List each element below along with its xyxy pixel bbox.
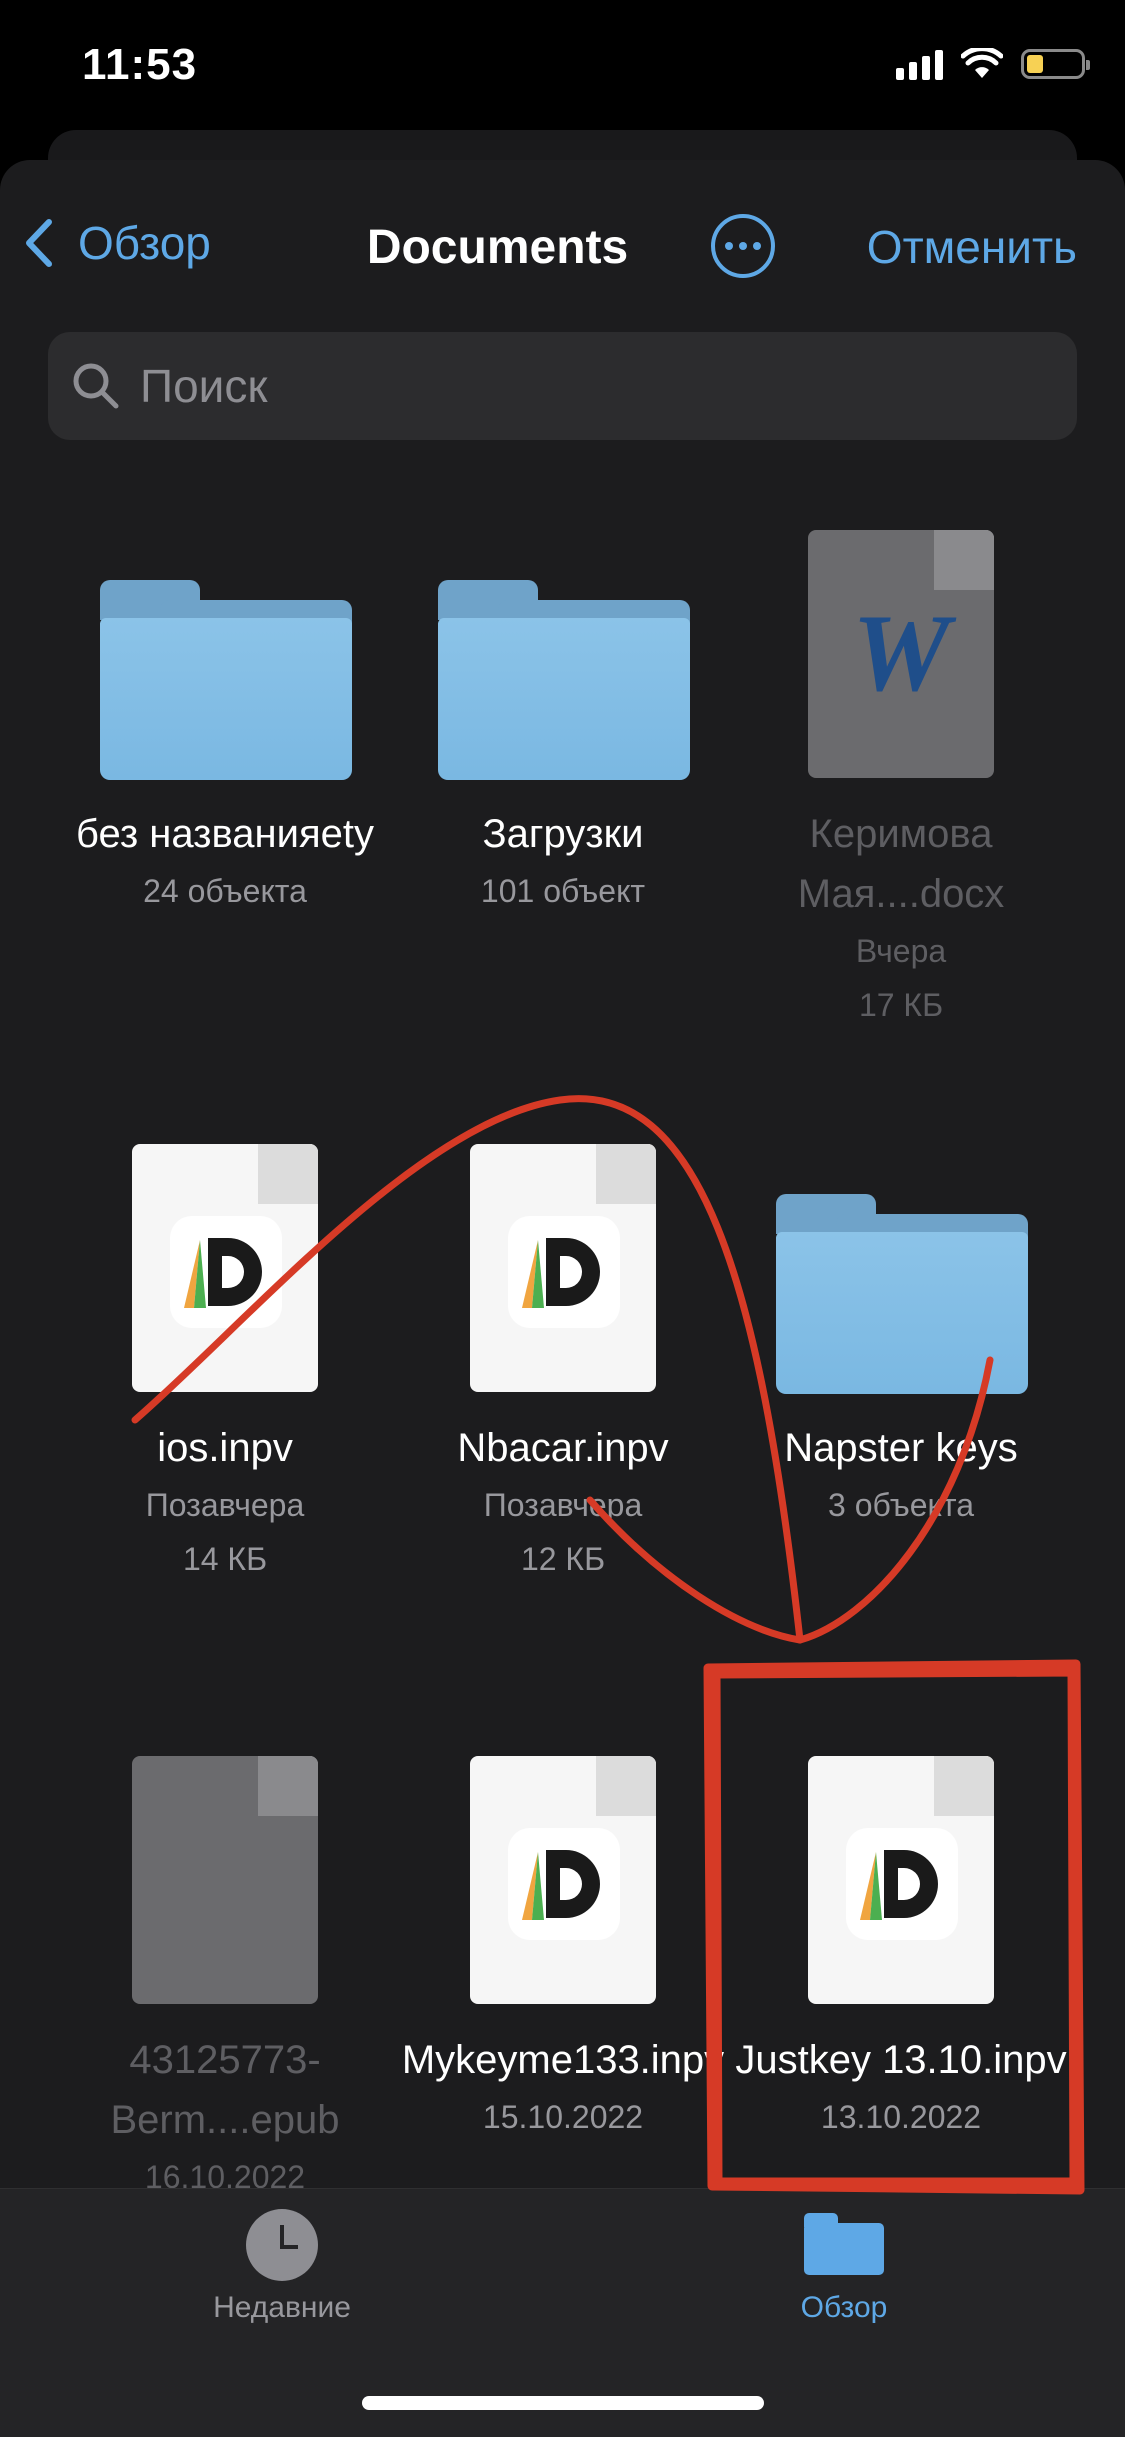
item-count: 101 объект xyxy=(480,873,646,909)
search-icon xyxy=(73,363,119,409)
inpv-doc-icon xyxy=(808,1756,994,2004)
status-icons xyxy=(896,48,1090,80)
file-item-folder[interactable]: без названияety 24 объекта xyxy=(56,530,394,918)
item-size: 14 КБ xyxy=(182,1541,268,1577)
item-name: 43125773-Berm....epub xyxy=(110,2038,340,2142)
item-name: ios.inpv xyxy=(157,1426,293,1470)
item-count: 3 объекта xyxy=(828,1487,974,1523)
battery-icon xyxy=(1021,49,1090,79)
item-name: Nbacar.inpv xyxy=(457,1426,669,1470)
item-name: Mykeyme133.inpv xyxy=(401,2038,725,2082)
tab-recent[interactable]: Недавние xyxy=(172,2209,392,2325)
item-date: Позавчера xyxy=(483,1487,643,1523)
file-item-inpv[interactable]: Justkey 13.10.inpv 13.10.2022 xyxy=(732,1756,1070,2144)
file-item-inpv[interactable]: Nbacar.inpv Позавчера 12 КБ xyxy=(394,1144,732,1586)
tab-browse[interactable]: Обзор xyxy=(734,2209,954,2325)
more-icon[interactable] xyxy=(711,214,775,278)
item-date: 15.10.2022 xyxy=(482,2099,644,2135)
folder-icon xyxy=(438,580,690,780)
cellular-signal-icon xyxy=(896,48,943,80)
file-item-inpv[interactable]: ios.inpv Позавчера 14 КБ xyxy=(56,1144,394,1586)
item-name: без названияety xyxy=(75,812,374,856)
status-time: 11:53 xyxy=(82,40,198,89)
inpv-doc-icon xyxy=(132,1144,318,1392)
item-name: Justkey 13.10.inpv xyxy=(735,2038,1067,2082)
item-size: 12 КБ xyxy=(520,1541,606,1577)
folder-icon xyxy=(100,580,352,780)
item-name: Загрузки xyxy=(482,812,644,856)
search-input[interactable] xyxy=(138,358,992,414)
file-picker-sheet: Обзор Documents Отменить без названияety… xyxy=(0,160,1125,2436)
item-date: Позавчера xyxy=(145,1487,305,1523)
word-doc-icon: W xyxy=(808,530,994,778)
file-item-epub[interactable]: 43125773-Berm....epub 16.10.2022 xyxy=(56,1756,394,2204)
item-name: Napster keys xyxy=(784,1426,1018,1470)
file-item-inpv[interactable]: Mykeyme133.inpv 15.10.2022 xyxy=(394,1756,732,2144)
epub-doc-icon xyxy=(132,1756,318,2004)
item-date: Вчера xyxy=(855,933,947,969)
file-item-folder[interactable]: Загрузки 101 объект xyxy=(394,530,732,918)
item-name: Керимова Мая....docx xyxy=(797,812,1005,916)
tab-browse-label: Обзор xyxy=(800,2291,888,2324)
home-indicator xyxy=(362,2396,764,2410)
item-count: 24 объекта xyxy=(143,873,307,909)
item-size: 17 КБ xyxy=(858,987,944,1023)
status-bar: 11:53 xyxy=(0,0,1125,140)
inpv-doc-icon xyxy=(470,1756,656,2004)
search-bar[interactable] xyxy=(48,332,1077,440)
file-item-word-doc[interactable]: W Керимова Мая....docx Вчера 17 КБ xyxy=(732,530,1070,1032)
tab-recent-label: Недавние xyxy=(213,2291,351,2324)
navigation-bar: Обзор Documents Отменить xyxy=(0,200,1125,290)
clock-icon xyxy=(246,2209,318,2281)
browse-folder-icon xyxy=(804,2213,884,2275)
folder-icon xyxy=(776,1194,1028,1394)
cancel-button[interactable]: Отменить xyxy=(867,220,1077,274)
inpv-doc-icon xyxy=(470,1144,656,1392)
wifi-icon xyxy=(961,48,1003,78)
file-item-folder[interactable]: Napster keys 3 объекта xyxy=(732,1144,1070,1532)
item-date: 13.10.2022 xyxy=(820,2099,982,2135)
